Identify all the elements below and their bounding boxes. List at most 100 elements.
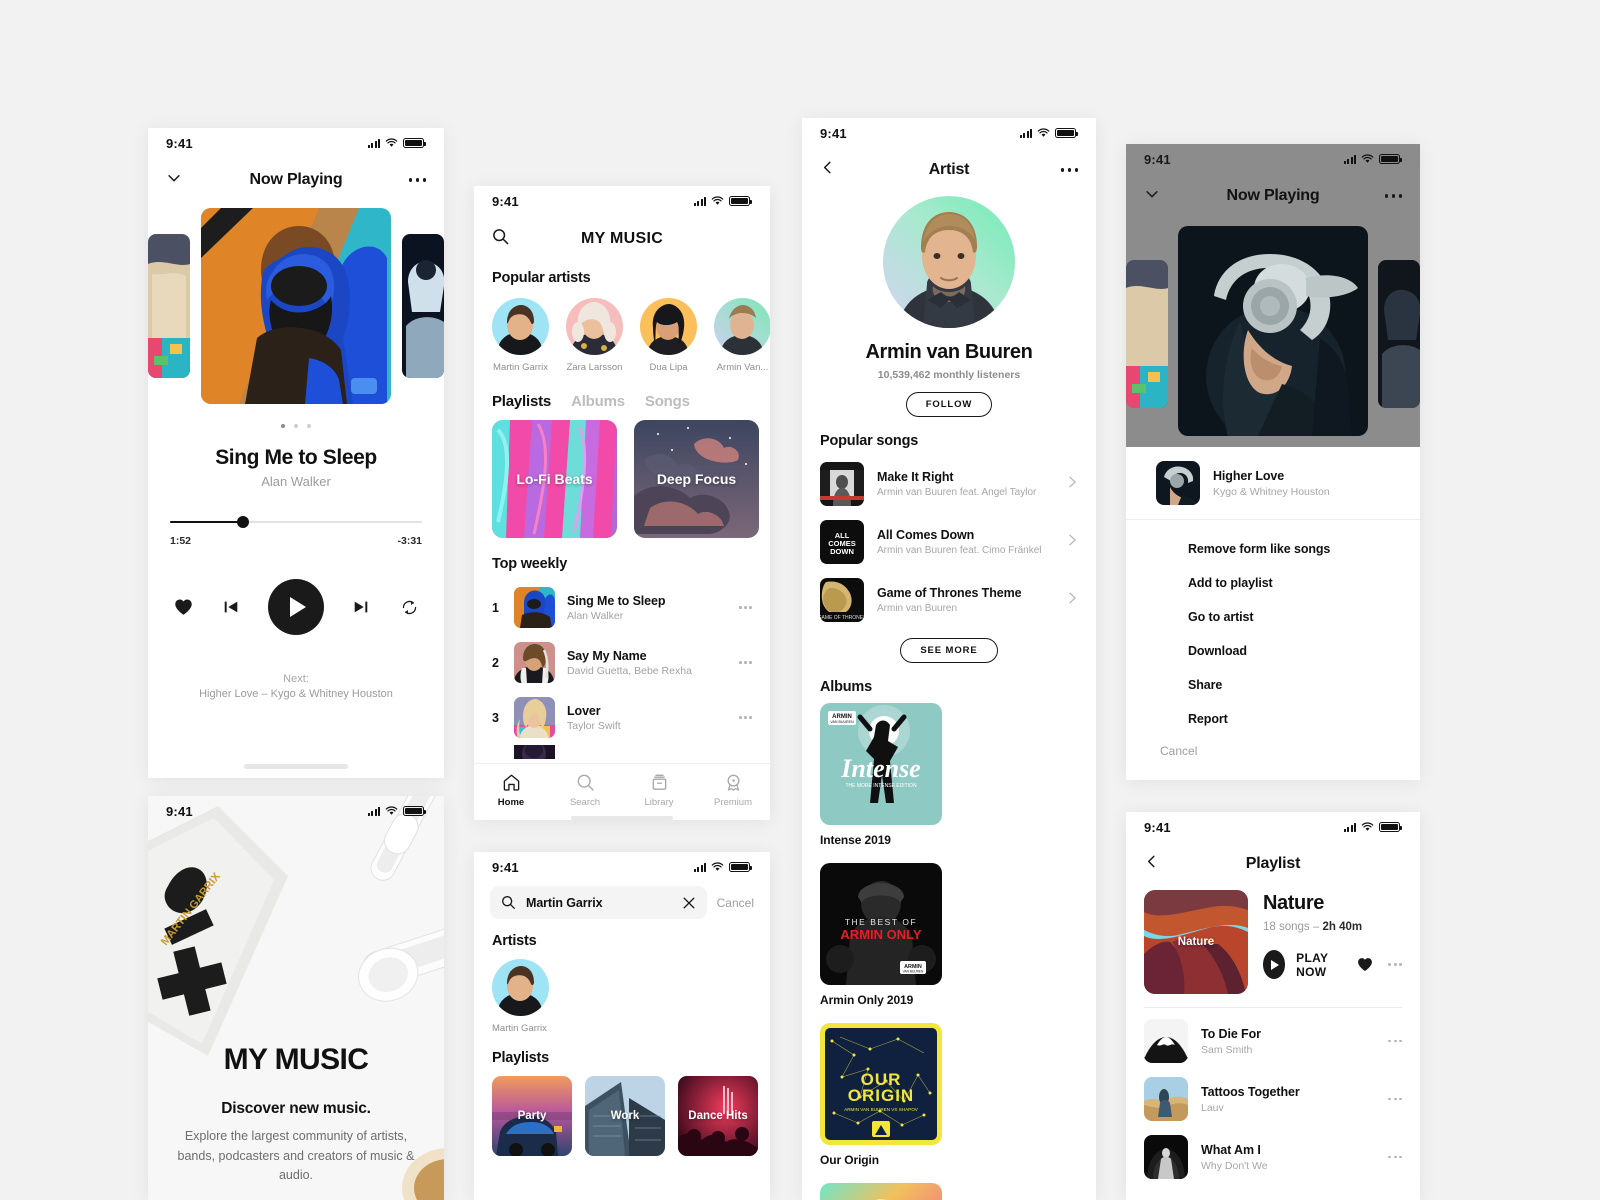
like-button[interactable] xyxy=(172,596,194,618)
artist-card[interactable]: Zara Larsson xyxy=(566,298,623,373)
collapse-button[interactable] xyxy=(1144,186,1160,207)
album-art-next[interactable] xyxy=(402,234,444,378)
tab-songs[interactable]: Songs xyxy=(645,393,690,410)
playlist-card[interactable]: Lo-Fi Beats xyxy=(492,420,617,538)
chevron-right-icon[interactable] xyxy=(1067,591,1078,610)
list-item[interactable]: GAME OF THRONES Game of Thrones Theme Ar… xyxy=(820,571,1078,629)
tab-library[interactable]: Library xyxy=(622,772,696,808)
status-icons xyxy=(693,862,752,872)
tab-albums[interactable]: Albums xyxy=(571,393,625,410)
playlist-cards[interactable]: Lo-Fi Beats Deep Focus xyxy=(474,410,770,538)
bottom-tab-bar[interactable]: Home Search Library Premium xyxy=(474,763,770,813)
tab-home[interactable]: Home xyxy=(474,772,548,808)
collapse-button[interactable] xyxy=(166,170,182,191)
tab-playlists[interactable]: Playlists xyxy=(492,393,551,410)
library-tabs[interactable]: Playlists Albums Songs xyxy=(474,393,770,410)
follow-button[interactable]: FOLLOW xyxy=(905,392,993,417)
top-weekly-heading: Top weekly xyxy=(492,556,568,572)
cancel-button[interactable]: Cancel xyxy=(1126,736,1420,774)
album-art-previous[interactable] xyxy=(1126,260,1168,408)
progress-knob[interactable] xyxy=(237,516,250,528)
menu-item-add-to-playlist[interactable]: Add to playlist xyxy=(1126,566,1420,600)
album-card[interactable]: OUR ORIGIN ARMIN VAN BUUREN VS SHAPOV Ou… xyxy=(820,1023,942,1167)
song-more-button[interactable] xyxy=(1388,1155,1402,1159)
list-item[interactable]: Tattoos Together Lauv xyxy=(1144,1070,1402,1128)
list-item[interactable]: 3 Lover Taylor Swift xyxy=(492,690,752,745)
list-item[interactable]: What Am I Why Don't We xyxy=(1144,1128,1402,1186)
chevron-right-icon[interactable] xyxy=(1067,475,1078,494)
song-more-button[interactable] xyxy=(739,716,752,719)
song-artist: Taylor Swift xyxy=(567,719,621,732)
list-item[interactable]: Make It Right Armin van Buuren feat. Ang… xyxy=(820,455,1078,513)
album-art-previous[interactable] xyxy=(148,234,190,378)
song-title: Higher Love xyxy=(1213,468,1285,483)
progress-slider[interactable] xyxy=(170,515,422,529)
carousel-page-dots[interactable] xyxy=(148,424,444,428)
more-options-button[interactable] xyxy=(1060,168,1078,172)
search-input[interactable]: Martin Garrix xyxy=(490,886,707,919)
search-value[interactable]: Martin Garrix xyxy=(526,896,672,910)
list-item[interactable]: To Die For Sam Smith xyxy=(1144,1012,1402,1070)
status-time: 9:41 xyxy=(166,803,193,819)
artist-result[interactable]: Martin Garrix xyxy=(474,959,770,1034)
menu-item-report[interactable]: Report xyxy=(1126,702,1420,736)
playlist-more-button[interactable] xyxy=(1388,963,1402,966)
like-playlist-button[interactable] xyxy=(1357,957,1373,972)
chevron-left-icon xyxy=(1147,855,1155,868)
playback-controls xyxy=(148,579,444,635)
song-more-button[interactable] xyxy=(1388,1039,1402,1043)
more-options-button[interactable] xyxy=(408,178,426,182)
back-button[interactable] xyxy=(1144,854,1159,874)
playlist-card[interactable]: Dance Hits xyxy=(678,1076,758,1156)
list-item[interactable]: ALL COMES DOWN All Comes Down Armin van Bu… xyxy=(820,513,1078,571)
artist-card[interactable]: Armin Van... xyxy=(714,298,770,373)
artist-card[interactable]: Dua Lipa xyxy=(640,298,697,373)
album-art xyxy=(1156,461,1200,505)
album-art-current[interactable] xyxy=(201,208,391,404)
album-art-current[interactable] xyxy=(1178,226,1368,436)
playlist-card[interactable]: Deep Focus xyxy=(634,420,759,538)
my-music-header: MY MUSIC xyxy=(474,216,770,256)
song-more-button[interactable] xyxy=(739,606,752,609)
list-item[interactable]: 1 Sing Me to Sleep Alan Walker xyxy=(492,580,752,635)
menu-item-remove-from-liked[interactable]: Remove form like songs xyxy=(1126,532,1420,566)
play-now-label[interactable]: PLAY NOW xyxy=(1296,951,1346,979)
playlist-card[interactable]: Work xyxy=(585,1076,665,1156)
more-options-button[interactable] xyxy=(1384,194,1402,198)
album-art-carousel[interactable] xyxy=(1126,226,1420,438)
menu-item-download[interactable]: Download xyxy=(1126,634,1420,668)
list-item[interactable]: 2 Say My Name David Guetta, Bebe Rexha xyxy=(492,635,752,690)
play-button[interactable] xyxy=(268,579,324,635)
song-more-button[interactable] xyxy=(1388,1097,1402,1101)
song-subtitle: Armin van Buuren xyxy=(877,603,958,614)
list-item[interactable] xyxy=(492,745,752,759)
artist-card[interactable]: Martin Garrix xyxy=(492,298,549,373)
playlist-card[interactable]: Party xyxy=(492,1076,572,1156)
menu-item-share[interactable]: Share xyxy=(1126,668,1420,702)
album-art xyxy=(514,642,555,683)
remaining-time: -3:31 xyxy=(397,535,422,547)
back-button[interactable] xyxy=(820,160,835,180)
divider xyxy=(1144,1007,1402,1008)
album-card[interactable]: THE BEST OF ARMIN ONLY ARMIN VAN BUUREN … xyxy=(820,863,942,1007)
album-card[interactable]: ARMIN VAN BUUREN AND SUNNERY JAMES & RYA… xyxy=(820,1183,942,1200)
previous-track-button[interactable] xyxy=(220,596,242,618)
tab-search[interactable]: Search xyxy=(548,772,622,808)
tab-premium[interactable]: Premium xyxy=(696,772,770,808)
song-more-button[interactable] xyxy=(739,661,752,664)
cancel-button[interactable]: Cancel xyxy=(717,896,754,910)
album-card[interactable]: ARMIN VAN BUUREN Intense THE MORE INTENS… xyxy=(820,703,942,847)
album-art xyxy=(1144,1135,1188,1179)
next-track-button[interactable] xyxy=(350,596,372,618)
playlist-duration: 2h 40m xyxy=(1322,921,1363,933)
album-art-carousel[interactable] xyxy=(148,208,444,408)
menu-item-go-to-artist[interactable]: Go to artist xyxy=(1126,600,1420,634)
playlist-cover[interactable]: Nature xyxy=(1144,890,1248,994)
album-art-next[interactable] xyxy=(1378,260,1420,408)
play-now-button[interactable] xyxy=(1263,950,1286,979)
repeat-button[interactable] xyxy=(398,596,420,618)
chevron-right-icon[interactable] xyxy=(1067,533,1078,552)
popular-artists-row[interactable]: Martin Garrix Zara Larsson Dua Lipa Armi… xyxy=(474,286,770,373)
playlist-results[interactable]: Party Work Dance Hits xyxy=(474,1066,770,1156)
see-more-songs-button[interactable]: SEE MORE xyxy=(900,638,998,663)
